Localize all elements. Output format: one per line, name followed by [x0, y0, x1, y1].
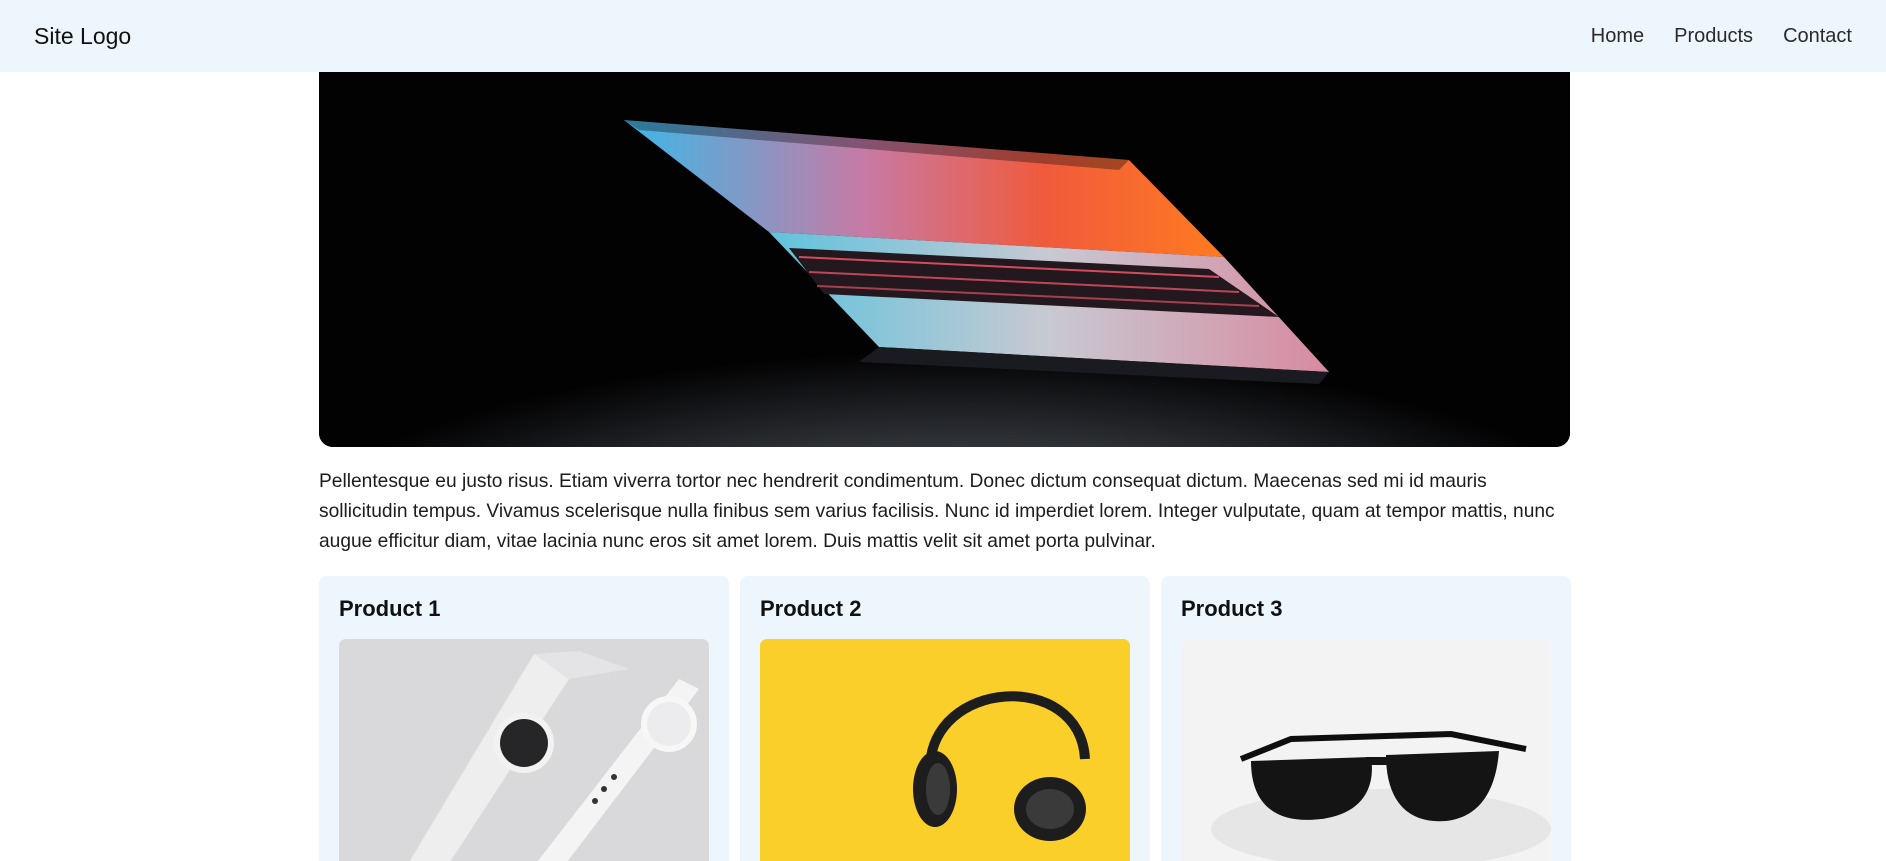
nav-link-contact[interactable]: Contact [1783, 25, 1852, 48]
intro-paragraph: Pellentesque eu justo risus. Etiam viver… [319, 471, 1555, 552]
headphones-image [760, 639, 1130, 861]
product-title: Product 2 [760, 596, 862, 621]
nav-links: Home Products Contact [1591, 25, 1852, 48]
nav-link-products[interactable]: Products [1674, 25, 1753, 48]
nav-link-home[interactable]: Home [1591, 25, 1644, 48]
hero-laptop-image [319, 72, 1570, 447]
product-card-2[interactable]: Product 2 [740, 576, 1150, 861]
product-title: Product 3 [1181, 596, 1283, 621]
sunglasses-image [1181, 639, 1551, 861]
top-navbar: Site Logo Home Products Contact [0, 0, 1886, 72]
product-cards: Product 1 Product 2 Product 3 [319, 576, 1571, 861]
product-card-1[interactable]: Product 1 [319, 576, 729, 861]
site-logo[interactable]: Site Logo [34, 23, 131, 50]
watch-image [339, 639, 709, 861]
product-title: Product 1 [339, 596, 441, 621]
product-card-3[interactable]: Product 3 [1161, 576, 1571, 861]
